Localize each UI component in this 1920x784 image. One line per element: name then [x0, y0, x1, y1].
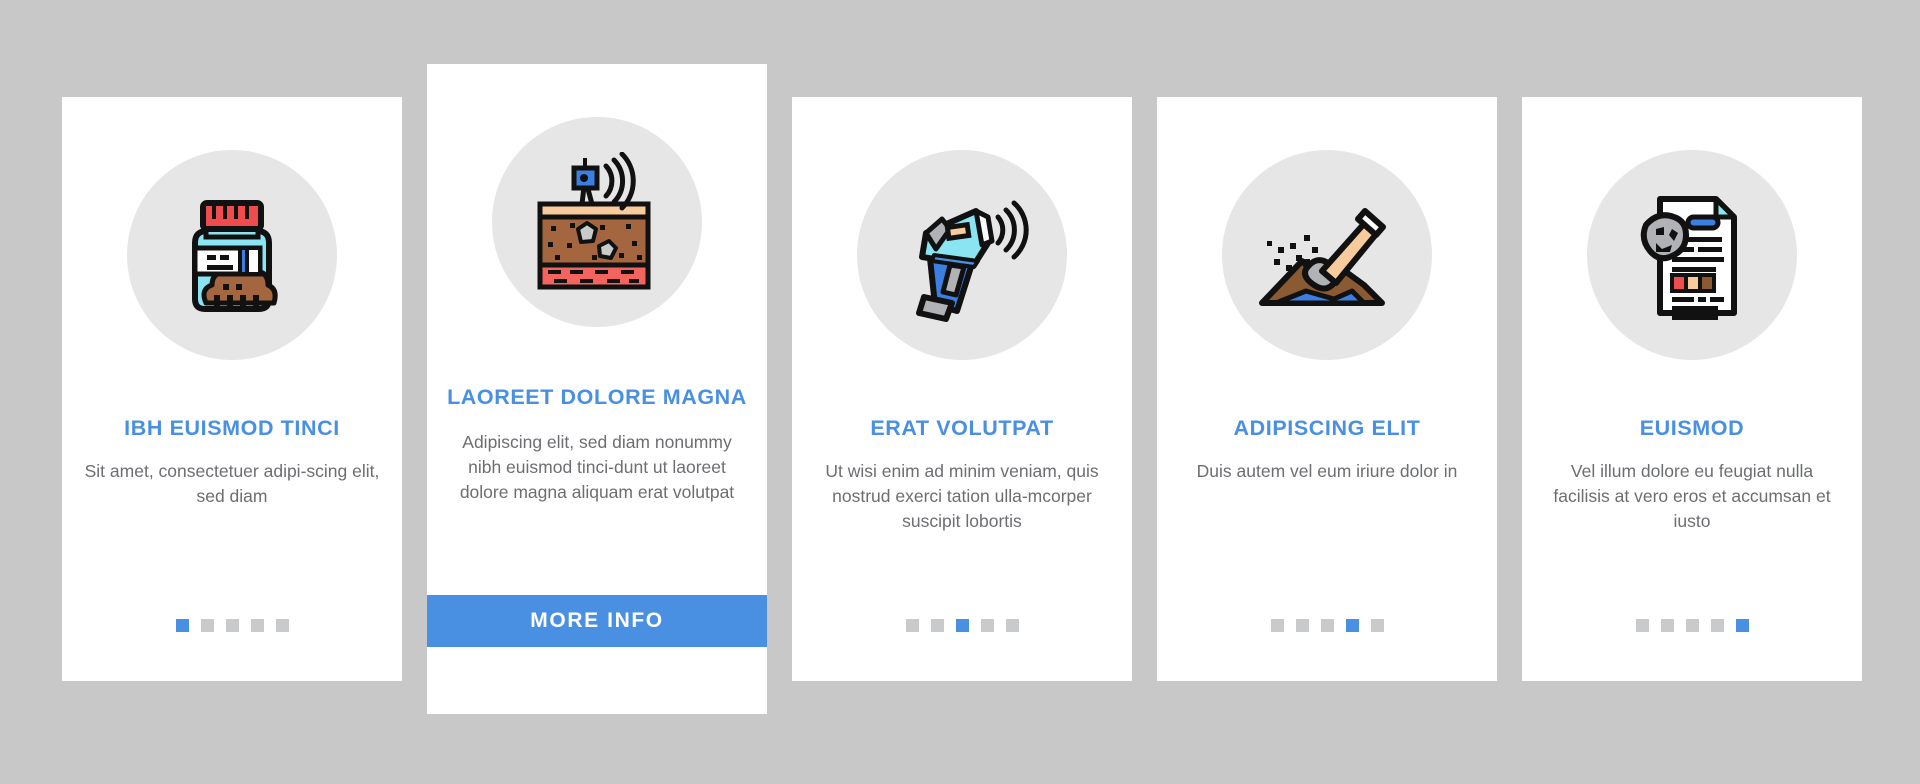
shovel-digging-soil-icon: [1252, 185, 1402, 325]
pagination-dot[interactable]: [955, 619, 969, 632]
card-description: Sit amet, consectetuer adipi-scing elit,…: [84, 460, 380, 506]
card-description: Adipiscing elit, sed diam nonummy nibh e…: [459, 431, 735, 502]
pagination-dot[interactable]: [1735, 619, 1749, 632]
icon-circle-background: [1222, 150, 1432, 360]
card-description: Duis autem vel eum iriure dolor in: [1196, 460, 1458, 481]
soil-layers-sensor-icon: [522, 152, 672, 292]
handheld-scanner-icon: [892, 185, 1032, 325]
pagination-dot[interactable]: [1370, 619, 1384, 632]
onboarding-card-1[interactable]: IBH EUISMOD TINCI Sit amet, consectetuer…: [62, 97, 402, 681]
onboarding-card-4[interactable]: ADIPISCING ELIT Duis autem vel eum iriur…: [1157, 97, 1497, 681]
pagination-dot[interactable]: [275, 619, 289, 632]
pagination-dot[interactable]: [930, 619, 944, 632]
icon-circle-background: [492, 117, 702, 327]
card-title: ERAT VOLUTPAT: [870, 416, 1054, 440]
pagination-dot[interactable]: [1295, 619, 1309, 632]
card-description: Ut wisi enim ad minim veniam, quis nostr…: [825, 460, 1099, 531]
icon-circle-background: [857, 150, 1067, 360]
pagination-dot[interactable]: [980, 619, 994, 632]
pagination-dots[interactable]: [905, 619, 1019, 632]
onboarding-screens-board: IBH EUISMOD TINCI Sit amet, consectetuer…: [0, 0, 1920, 784]
pagination-dots[interactable]: [1270, 619, 1384, 632]
pagination-dot[interactable]: [1635, 619, 1649, 632]
card-title: IBH EUISMOD TINCI: [124, 416, 340, 440]
onboarding-card-5[interactable]: EUISMOD Vel illum dolore eu feugiat null…: [1522, 97, 1862, 681]
onboarding-card-3[interactable]: ERAT VOLUTPAT Ut wisi enim ad minim veni…: [792, 97, 1132, 681]
pagination-dot[interactable]: [225, 619, 239, 632]
pagination-dot[interactable]: [905, 619, 919, 632]
more-info-button[interactable]: MORE INFO: [427, 595, 767, 647]
pagination-dot[interactable]: [250, 619, 264, 632]
pagination-dot[interactable]: [1685, 619, 1699, 632]
card-title: LAOREET DOLORE MAGNA: [447, 385, 747, 409]
pagination-dot[interactable]: [200, 619, 214, 632]
icon-circle-background: [127, 150, 337, 360]
pagination-dots[interactable]: [175, 619, 289, 632]
card-title: EUISMOD: [1639, 416, 1745, 440]
soil-sample-jar-icon: [162, 185, 302, 325]
icon-circle-background: [1587, 150, 1797, 360]
pagination-dot[interactable]: [1345, 619, 1359, 632]
card-title: ADIPISCING ELIT: [1233, 416, 1421, 440]
soil-report-document-icon: [1622, 185, 1762, 325]
pagination-dot[interactable]: [175, 619, 189, 632]
pagination-dot[interactable]: [1005, 619, 1019, 632]
pagination-dot[interactable]: [1270, 619, 1284, 632]
pagination-dot[interactable]: [1320, 619, 1334, 632]
onboarding-card-2[interactable]: LAOREET DOLORE MAGNA Adipiscing elit, se…: [427, 64, 767, 714]
pagination-dot[interactable]: [1660, 619, 1674, 632]
pagination-dot[interactable]: [1710, 619, 1724, 632]
card-description: Vel illum dolore eu feugiat nulla facili…: [1553, 460, 1831, 531]
pagination-dots[interactable]: [1635, 619, 1749, 632]
